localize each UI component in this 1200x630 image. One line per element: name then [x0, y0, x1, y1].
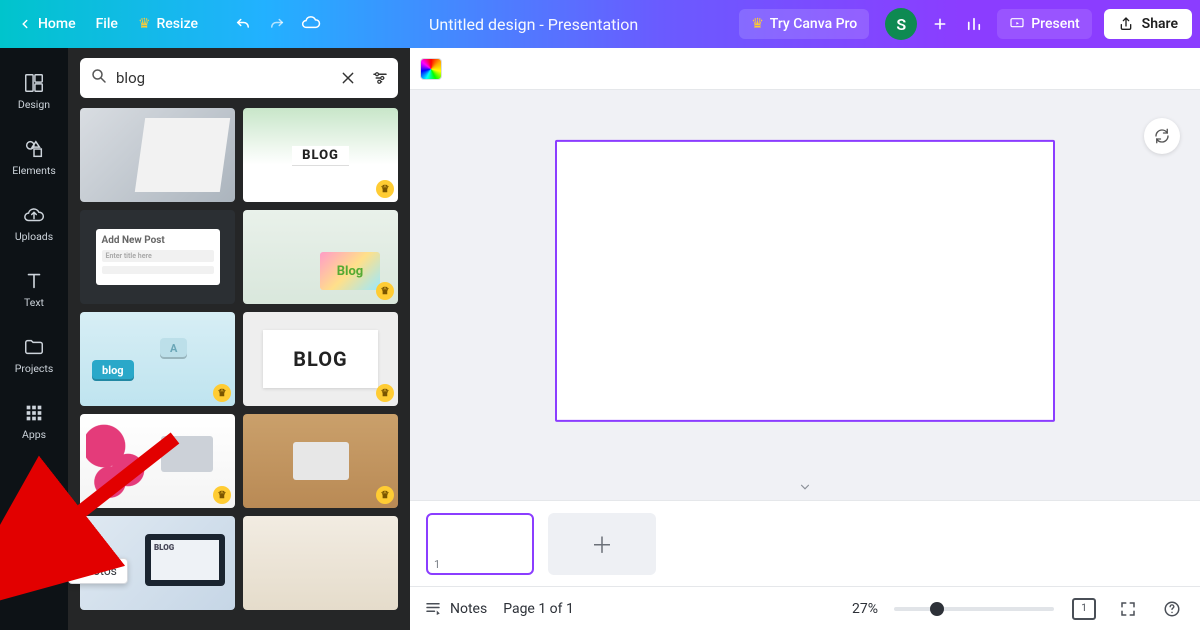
rail-apps-label: Apps — [22, 428, 46, 441]
notes-button[interactable]: Notes — [424, 600, 487, 618]
share-button[interactable]: Share — [1104, 9, 1192, 39]
file-label: File — [96, 16, 118, 32]
rail-close-button[interactable] — [4, 510, 20, 526]
fullscreen-button[interactable] — [1114, 595, 1142, 623]
rail-elements-label: Elements — [12, 164, 56, 177]
premium-badge-icon: ♛ — [376, 384, 394, 402]
collapse-pages-button[interactable] — [792, 478, 818, 496]
notes-label: Notes — [450, 601, 487, 617]
canvas-toolbar — [410, 48, 1200, 90]
present-label: Present — [1031, 16, 1079, 32]
thumb-text: blog — [92, 360, 134, 381]
canvas-stage[interactable] — [410, 90, 1200, 500]
grid-view-button[interactable]: 1 — [1070, 595, 1098, 623]
photos-tooltip: Photos — [68, 558, 128, 584]
rail-uploads-label: Uploads — [15, 230, 53, 243]
resize-label: Resize — [157, 16, 199, 32]
premium-badge-icon: ♛ — [213, 486, 231, 504]
share-label: Share — [1142, 16, 1178, 32]
rail-design[interactable]: Design — [0, 58, 68, 124]
page-thumbnail[interactable]: 1 — [426, 513, 534, 575]
photo-result[interactable] — [80, 108, 235, 202]
photo-result[interactable]: ♛ — [243, 414, 398, 508]
file-menu[interactable]: File — [86, 10, 128, 38]
photo-result[interactable]: ♛ — [80, 414, 235, 508]
thumb-text: Add New Post — [102, 235, 214, 246]
regenerate-button[interactable] — [1144, 118, 1180, 154]
help-button[interactable] — [1158, 595, 1186, 623]
rail-projects-label: Projects — [15, 362, 54, 375]
home-button[interactable]: Home — [8, 10, 86, 38]
redo-button[interactable] — [260, 9, 294, 39]
resize-button[interactable]: ♛ Resize — [128, 10, 208, 38]
premium-badge-icon: ♛ — [213, 384, 231, 402]
rail-photos-label: Photos — [17, 556, 50, 569]
rail-elements[interactable]: Elements — [0, 124, 68, 190]
photo-result[interactable] — [243, 516, 398, 610]
cloud-sync-icon[interactable] — [294, 8, 328, 40]
page-indicator: Page 1 of 1 — [503, 601, 574, 617]
rail-uploads[interactable]: Uploads — [0, 190, 68, 256]
thumb-text: Enter title here — [102, 250, 214, 262]
photo-result[interactable]: blog A ♛ — [80, 312, 235, 406]
thumb-text: BLOG — [292, 146, 349, 165]
rail-apps[interactable]: Apps — [0, 388, 68, 454]
add-page-button[interactable]: ＋ — [548, 513, 656, 575]
left-rail: Design Elements Uploads Text Projects Ap… — [0, 48, 68, 630]
premium-badge-icon: ♛ — [376, 180, 394, 198]
thumb-text: Blog — [337, 264, 364, 279]
undo-button[interactable] — [226, 9, 260, 39]
photo-result[interactable]: BLOG ♛ — [243, 312, 398, 406]
zoom-slider-handle[interactable] — [930, 602, 944, 616]
zoom-percent[interactable]: 27% — [852, 601, 878, 617]
photo-result[interactable]: Add New Post Enter title here — [80, 210, 235, 304]
slide[interactable] — [555, 140, 1055, 422]
page-color-button[interactable] — [420, 58, 442, 80]
zoom-slider[interactable] — [894, 607, 1054, 611]
photo-result[interactable]: Blog ♛ — [243, 210, 398, 304]
photo-result[interactable]: BLOG ♛ — [243, 108, 398, 202]
rail-text[interactable]: Text — [0, 256, 68, 322]
rail-projects[interactable]: Projects — [0, 322, 68, 388]
present-button[interactable]: Present — [997, 9, 1091, 39]
search-input[interactable] — [116, 69, 328, 87]
search-filter-button[interactable] — [368, 66, 392, 90]
clear-search-button[interactable] — [336, 66, 360, 90]
document-title[interactable]: Untitled design - Presentation — [328, 15, 739, 34]
rail-text-label: Text — [24, 296, 44, 309]
avatar[interactable]: S — [885, 8, 917, 40]
avatar-letter: S — [896, 15, 906, 34]
photos-panel: BLOG ♛ Add New Post Enter title here Blo… — [68, 48, 410, 630]
search-field-wrap — [80, 58, 398, 98]
crown-icon: ♛ — [751, 16, 764, 32]
canvas-area: 1 ＋ Notes Page 1 of 1 27% 1 — [410, 48, 1200, 630]
footer-bar: Notes Page 1 of 1 27% 1 — [410, 586, 1200, 630]
search-results: BLOG ♛ Add New Post Enter title here Blo… — [80, 108, 398, 610]
page-strip: 1 ＋ — [410, 500, 1200, 586]
premium-badge-icon: ♛ — [376, 486, 394, 504]
rail-design-label: Design — [18, 98, 50, 111]
premium-badge-icon: ♛ — [376, 282, 394, 300]
search-icon — [90, 67, 108, 89]
page-number: 1 — [434, 558, 440, 571]
top-toolbar: Home File ♛ Resize Untitled design - Pre… — [0, 0, 1200, 48]
thumb-text: BLOG — [154, 543, 174, 552]
thumb-text: BLOG — [293, 347, 347, 371]
crown-icon: ♛ — [138, 16, 151, 32]
add-collaborator-button[interactable] — [923, 10, 957, 38]
analytics-button[interactable] — [957, 9, 991, 39]
try-pro-button[interactable]: ♛ Try Canva Pro — [739, 9, 869, 39]
try-pro-label: Try Canva Pro — [770, 16, 857, 32]
grid-count: 1 — [1081, 603, 1087, 614]
home-label: Home — [38, 16, 76, 32]
